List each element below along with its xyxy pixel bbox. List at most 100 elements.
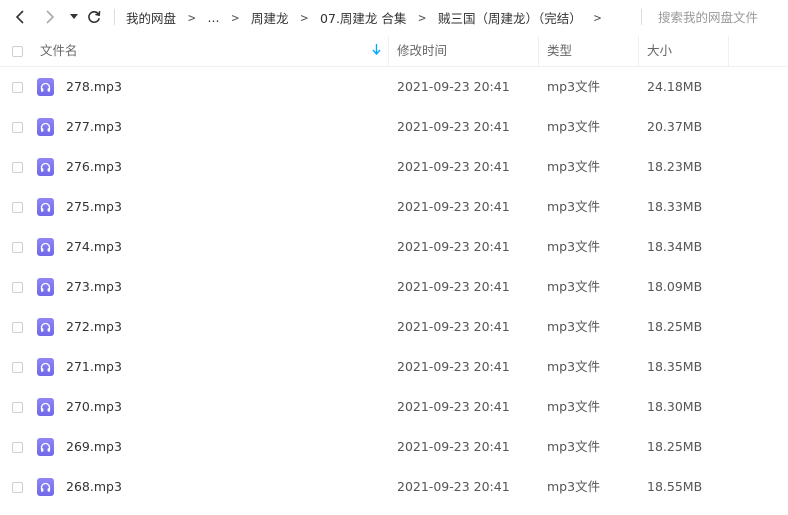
column-header-modified[interactable]: 修改时间 xyxy=(397,36,447,66)
row-checkbox[interactable] xyxy=(12,242,23,253)
file-name[interactable]: 273.mp3 xyxy=(66,267,122,307)
breadcrumb-item-root[interactable]: 我的网盘 xyxy=(126,8,176,27)
file-type: mp3文件 xyxy=(547,79,601,94)
file-type: mp3文件 xyxy=(547,199,601,214)
file-size: 20.37MB xyxy=(647,119,703,134)
file-name[interactable]: 276.mp3 xyxy=(66,147,122,187)
headphones-icon xyxy=(40,322,51,332)
headphones-icon xyxy=(40,162,51,172)
toolbar-divider xyxy=(114,9,115,25)
table-row[interactable]: 274.mp3 2021-09-23 20:41 mp3文件 18.34MB xyxy=(0,227,788,267)
file-type: mp3文件 xyxy=(547,359,601,374)
row-checkbox[interactable] xyxy=(12,202,23,213)
sort-down-arrow-icon[interactable] xyxy=(372,44,381,56)
audio-file-icon xyxy=(37,438,54,456)
row-checkbox[interactable] xyxy=(12,402,23,413)
table-row[interactable]: 272.mp3 2021-09-23 20:41 mp3文件 18.25MB xyxy=(0,307,788,347)
forward-button[interactable] xyxy=(40,7,60,27)
file-name[interactable]: 272.mp3 xyxy=(66,307,122,347)
table-header: 文件名 修改时间 类型 大小 xyxy=(0,36,788,67)
top-bar: 我的网盘 > ... > 周建龙 > 07.周建龙 合集 > 贼三国（周建龙）（… xyxy=(0,0,788,34)
select-all-checkbox[interactable] xyxy=(12,46,23,57)
headphones-icon xyxy=(40,82,51,92)
file-type: mp3文件 xyxy=(547,239,601,254)
chevron-right-icon xyxy=(46,10,55,24)
file-size: 18.55MB xyxy=(647,479,703,494)
caret-down-icon xyxy=(70,14,78,19)
row-checkbox[interactable] xyxy=(12,362,23,373)
file-type: mp3文件 xyxy=(547,119,601,134)
file-modified-time: 2021-09-23 20:41 xyxy=(397,439,510,454)
file-name[interactable]: 278.mp3 xyxy=(66,67,122,107)
breadcrumb-separator: > xyxy=(300,9,309,25)
file-type: mp3文件 xyxy=(547,319,601,334)
breadcrumb-item-zhoujianlong[interactable]: 周建龙 xyxy=(251,8,289,27)
breadcrumb-separator: > xyxy=(231,9,239,25)
file-modified-time: 2021-09-23 20:41 xyxy=(397,159,510,174)
file-name[interactable]: 269.mp3 xyxy=(66,427,122,467)
column-divider[interactable] xyxy=(728,36,729,66)
breadcrumb-item-collection[interactable]: 07.周建龙 合集 xyxy=(320,8,406,27)
breadcrumb-item-current[interactable]: 贼三国（周建龙）（完结） xyxy=(438,8,582,27)
file-modified-time: 2021-09-23 20:41 xyxy=(397,359,510,374)
headphones-icon xyxy=(40,282,51,292)
audio-file-icon xyxy=(37,118,54,136)
file-name[interactable]: 270.mp3 xyxy=(66,387,122,427)
row-checkbox[interactable] xyxy=(12,82,23,93)
headphones-icon xyxy=(40,362,51,372)
file-type: mp3文件 xyxy=(547,399,601,414)
column-header-name[interactable]: 文件名 xyxy=(40,36,78,66)
row-checkbox[interactable] xyxy=(12,282,23,293)
headphones-icon xyxy=(40,242,51,252)
file-modified-time: 2021-09-23 20:41 xyxy=(397,479,510,494)
file-modified-time: 2021-09-23 20:41 xyxy=(397,279,510,294)
row-checkbox[interactable] xyxy=(12,122,23,133)
file-size: 18.35MB xyxy=(647,359,703,374)
file-name[interactable]: 271.mp3 xyxy=(66,347,122,387)
breadcrumb-item-ellipsis[interactable]: ... xyxy=(208,10,220,25)
column-divider[interactable] xyxy=(538,36,539,66)
file-modified-time: 2021-09-23 20:41 xyxy=(397,399,510,414)
table-row[interactable]: 275.mp3 2021-09-23 20:41 mp3文件 18.33MB xyxy=(0,187,788,227)
file-type: mp3文件 xyxy=(547,479,601,494)
file-name[interactable]: 275.mp3 xyxy=(66,187,122,227)
breadcrumb: 我的网盘 > ... > 周建龙 > 07.周建龙 合集 > 贼三国（周建龙）（… xyxy=(126,0,613,34)
table-row[interactable]: 268.mp3 2021-09-23 20:41 mp3文件 18.55MB xyxy=(0,467,788,507)
file-modified-time: 2021-09-23 20:41 xyxy=(397,119,510,134)
file-name[interactable]: 274.mp3 xyxy=(66,227,122,267)
table-row[interactable]: 276.mp3 2021-09-23 20:41 mp3文件 18.23MB xyxy=(0,147,788,187)
table-row[interactable]: 278.mp3 2021-09-23 20:41 mp3文件 24.18MB xyxy=(0,67,788,107)
table-row[interactable]: 269.mp3 2021-09-23 20:41 mp3文件 18.25MB xyxy=(0,427,788,467)
breadcrumb-separator: > xyxy=(188,9,196,25)
column-header-size[interactable]: 大小 xyxy=(647,36,672,66)
back-button[interactable] xyxy=(10,7,30,27)
row-checkbox[interactable] xyxy=(12,442,23,453)
audio-file-icon xyxy=(37,158,54,176)
file-name[interactable]: 277.mp3 xyxy=(66,107,122,147)
file-size: 24.18MB xyxy=(647,79,703,94)
file-modified-time: 2021-09-23 20:41 xyxy=(397,79,510,94)
row-checkbox[interactable] xyxy=(12,162,23,173)
file-size: 18.09MB xyxy=(647,279,703,294)
file-size: 18.25MB xyxy=(647,319,703,334)
file-type: mp3文件 xyxy=(547,159,601,174)
table-row[interactable]: 277.mp3 2021-09-23 20:41 mp3文件 20.37MB xyxy=(0,107,788,147)
row-checkbox[interactable] xyxy=(12,482,23,493)
history-dropdown-button[interactable] xyxy=(64,7,84,27)
file-type: mp3文件 xyxy=(547,439,601,454)
table-row[interactable]: 270.mp3 2021-09-23 20:41 mp3文件 18.30MB xyxy=(0,387,788,427)
column-divider[interactable] xyxy=(638,36,639,66)
table-row[interactable]: 273.mp3 2021-09-23 20:41 mp3文件 18.09MB xyxy=(0,267,788,307)
row-checkbox[interactable] xyxy=(12,322,23,333)
audio-file-icon xyxy=(37,78,54,96)
file-modified-time: 2021-09-23 20:41 xyxy=(397,319,510,334)
refresh-button[interactable] xyxy=(84,7,104,27)
headphones-icon xyxy=(40,442,51,452)
table-row[interactable]: 271.mp3 2021-09-23 20:41 mp3文件 18.35MB xyxy=(0,347,788,387)
search-input[interactable] xyxy=(642,4,788,30)
audio-file-icon xyxy=(37,238,54,256)
file-name[interactable]: 268.mp3 xyxy=(66,467,122,507)
column-header-type[interactable]: 类型 xyxy=(547,36,572,66)
audio-file-icon xyxy=(37,358,54,376)
column-divider[interactable] xyxy=(388,36,389,66)
